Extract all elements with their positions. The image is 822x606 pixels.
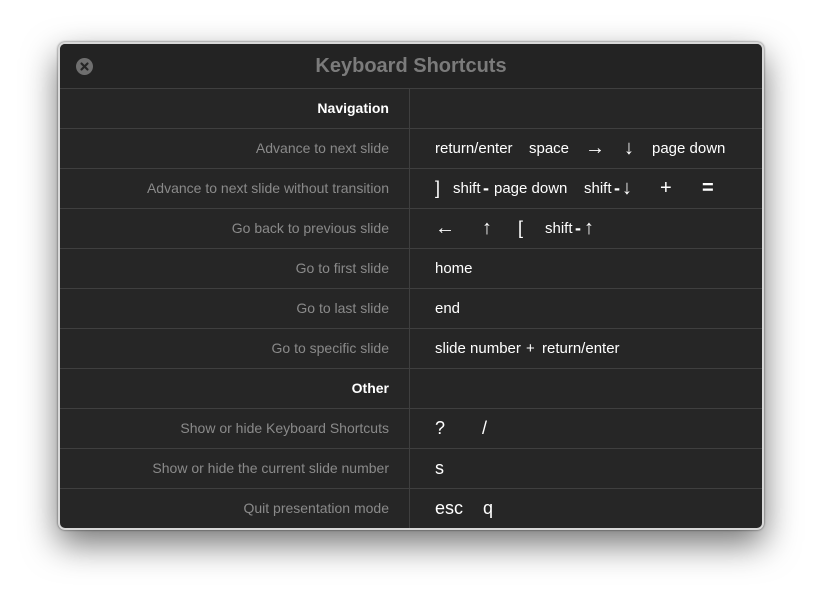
key-plus: + xyxy=(660,177,672,199)
shortcut-row-first-slide: Go to first slide home xyxy=(60,248,762,288)
key-esc: esc xyxy=(435,498,464,518)
key-cell: esc q xyxy=(410,489,762,528)
key-cell: end xyxy=(410,289,762,328)
up-arrow-icon: ↑ xyxy=(584,217,594,239)
section-title: Other xyxy=(60,369,410,408)
key-combo-dash: - xyxy=(614,178,620,198)
dialog-titlebar: Keyboard Shortcuts xyxy=(60,44,762,88)
key-s: s xyxy=(435,458,444,478)
shortcut-row-go-back: Go back to previous slide ← ↑ [ shift - … xyxy=(60,208,762,248)
action-label: Show or hide Keyboard Shortcuts xyxy=(60,409,410,448)
shortcut-row-advance: Advance to next slide return/enter space… xyxy=(60,128,762,168)
key-equals: = xyxy=(702,177,714,199)
key-question-mark: ? xyxy=(435,418,446,438)
section-empty-cell xyxy=(410,89,762,128)
shortcut-row-toggle-slide-number: Show or hide the current slide number s xyxy=(60,448,762,488)
action-label: Advance to next slide without transition xyxy=(60,169,410,208)
key-page-down: page down xyxy=(652,140,726,157)
action-label: Go to specific slide xyxy=(60,329,410,368)
section-header-navigation: Navigation xyxy=(60,88,762,128)
action-label: Go back to previous slide xyxy=(60,209,410,248)
action-label: Show or hide the current slide number xyxy=(60,449,410,488)
up-arrow-icon: ↑ xyxy=(482,217,492,239)
key-plus: + xyxy=(526,340,535,357)
left-arrow-icon: ← xyxy=(435,217,455,239)
key-combo-dash: - xyxy=(483,178,489,198)
right-arrow-icon: → xyxy=(585,137,605,159)
key-space: space xyxy=(529,140,570,157)
down-arrow-icon: ↓ xyxy=(624,137,634,159)
key-return-enter: return/enter xyxy=(435,140,513,157)
key-right-bracket: ] xyxy=(435,178,441,198)
shortcut-row-quit: Quit presentation mode esc q xyxy=(60,488,762,528)
key-cell: ] shift - page down shift - ↓ + = xyxy=(410,169,762,208)
key-return-enter: return/enter xyxy=(542,340,620,357)
section-empty-cell xyxy=(410,369,762,408)
down-arrow-icon: ↓ xyxy=(622,177,632,199)
key-q: q xyxy=(483,498,494,518)
key-shift: shift xyxy=(545,220,573,237)
shortcut-row-advance-no-transition: Advance to next slide without transition… xyxy=(60,168,762,208)
key-cell: ? / xyxy=(410,409,762,448)
key-cell: ← ↑ [ shift - ↑ xyxy=(410,209,762,248)
key-slash: / xyxy=(482,418,488,438)
action-label: Go to last slide xyxy=(60,289,410,328)
action-label: Advance to next slide xyxy=(60,129,410,168)
key-cell: s xyxy=(410,449,762,488)
action-label: Quit presentation mode xyxy=(60,489,410,528)
shortcut-row-last-slide: Go to last slide end xyxy=(60,288,762,328)
shortcut-row-specific-slide: Go to specific slide slide number + retu… xyxy=(60,328,762,368)
key-end: end xyxy=(435,300,461,317)
section-title: Navigation xyxy=(60,89,410,128)
key-shift: shift xyxy=(453,180,481,197)
key-page-down: page down xyxy=(494,180,568,197)
key-cell: home xyxy=(410,249,762,288)
dialog-title: Keyboard Shortcuts xyxy=(315,55,507,77)
section-header-other: Other xyxy=(60,368,762,408)
key-cell: slide number + return/enter xyxy=(410,329,762,368)
key-left-bracket: [ xyxy=(518,218,524,238)
action-label: Go to first slide xyxy=(60,249,410,288)
shortcut-row-toggle-shortcuts: Show or hide Keyboard Shortcuts ? / xyxy=(60,408,762,448)
key-combo-dash: - xyxy=(575,218,581,238)
key-slide-number: slide number xyxy=(435,340,521,357)
key-shift: shift xyxy=(584,180,612,197)
shortcuts-table: Navigation Advance to next slide return/… xyxy=(60,88,762,528)
key-home: home xyxy=(435,260,473,277)
keyboard-shortcuts-dialog: Keyboard Shortcuts Navigation Advance to… xyxy=(58,42,764,530)
key-cell: return/enter space → ↓ page down xyxy=(410,129,762,168)
